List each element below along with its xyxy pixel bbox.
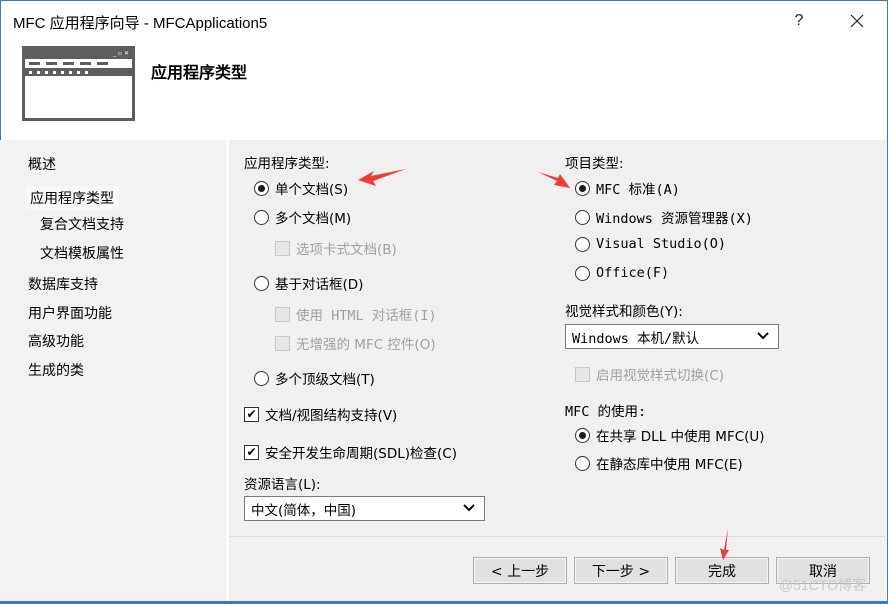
radio-indicator[interactable] xyxy=(254,275,269,291)
radio-multiple-documents[interactable]: 多个文档(M) xyxy=(254,207,351,227)
main-panel: 应用程序类型: 单个文档(S) 多个文档(M) 选项卡式文档(B) 基于对话框(… xyxy=(229,140,886,603)
radio-indicator[interactable] xyxy=(575,265,590,281)
watermark: @51CTO博客 xyxy=(779,577,867,593)
chevron-down-icon xyxy=(757,332,769,340)
close-icon xyxy=(850,14,864,28)
app-type-label: 应用程序类型: xyxy=(244,156,330,172)
radio-multiple-top-level[interactable]: 多个顶级文档(T) xyxy=(254,368,375,388)
checkbox-tabbed-documents[interactable]: 选项卡式文档(B) xyxy=(275,238,397,258)
radio-mfc-standard[interactable]: MFC 标准(A) xyxy=(575,178,680,198)
wizard-sidebar: 概述 应用程序类型 复合文档支持 文档模板属性 数据库支持 用户界面功能 高级功… xyxy=(0,140,226,603)
help-icon: ? xyxy=(794,12,804,29)
next-button[interactable]: 下一步 > xyxy=(574,557,668,584)
back-button[interactable]: < 上一步 xyxy=(473,557,567,584)
resource-language-label: 资源语言(L): xyxy=(244,477,321,493)
radio-office[interactable]: Office(F) xyxy=(575,265,669,281)
close-button[interactable] xyxy=(837,7,877,35)
radio-mfc-shared-dll[interactable]: 在共享 DLL 中使用 MFC(U) xyxy=(575,425,765,445)
radio-indicator[interactable] xyxy=(254,370,269,386)
checkbox-checked-icon[interactable]: ✔ xyxy=(244,444,259,460)
visual-style-label: 视觉样式和颜色(Y): xyxy=(565,304,683,320)
sidebar-item-advanced-features[interactable]: 高级功能 xyxy=(28,331,84,351)
resource-language-select[interactable]: 中文(简体，中国) xyxy=(244,496,485,521)
checkbox-no-enhanced-controls[interactable]: 无增强的 MFC 控件(O) xyxy=(275,333,436,353)
window-title: MFC 应用程序向导 - MFCApplication5 xyxy=(13,15,268,32)
window-template-icon: _ ▫ ✕ xyxy=(22,46,135,121)
checkbox-indicator[interactable] xyxy=(275,306,290,322)
checkbox-indicator[interactable] xyxy=(575,366,590,382)
radio-mfc-static-lib[interactable]: 在静态库中使用 MFC(E) xyxy=(575,453,743,473)
checkbox-indicator[interactable] xyxy=(275,240,290,256)
checkbox-visual-style-switching[interactable]: 启用视觉样式切换(C) xyxy=(575,364,724,384)
radio-indicator[interactable] xyxy=(254,209,269,225)
radio-indicator[interactable] xyxy=(575,236,590,252)
mfc-use-label: MFC 的使用: xyxy=(565,404,647,420)
radio-single-document[interactable]: 单个文档(S) xyxy=(254,178,348,198)
radio-indicator[interactable] xyxy=(254,180,269,196)
sidebar-item-compound-document[interactable]: 复合文档支持 xyxy=(40,214,124,234)
radio-indicator[interactable] xyxy=(575,180,590,196)
radio-indicator[interactable] xyxy=(575,455,590,471)
chevron-down-icon xyxy=(463,504,475,512)
sidebar-item-application-type[interactable]: 应用程序类型 xyxy=(25,186,119,210)
checkbox-html-dialog[interactable]: 使用 HTML 对话框(I) xyxy=(275,304,437,324)
visual-style-select[interactable]: Windows 本机/默认 xyxy=(565,324,779,349)
page-heading: 应用程序类型 xyxy=(151,63,248,82)
help-button[interactable]: ? xyxy=(779,7,819,35)
radio-dialog-based[interactable]: 基于对话框(D) xyxy=(254,273,363,293)
radio-indicator[interactable] xyxy=(575,209,590,225)
radio-windows-explorer[interactable]: Windows 资源管理器(X) xyxy=(575,207,753,227)
footer-divider xyxy=(229,536,886,537)
title-bar: MFC 应用程序向导 - MFCApplication5 ? xyxy=(1,1,887,41)
finish-button[interactable]: 完成 xyxy=(675,557,769,584)
sidebar-item-generated-classes[interactable]: 生成的类 xyxy=(28,360,84,380)
checkbox-checked-icon[interactable]: ✔ xyxy=(244,406,259,422)
checkbox-indicator[interactable] xyxy=(275,335,290,351)
checkbox-sdl-checks[interactable]: ✔ 安全开发生命周期(SDL)检查(C) xyxy=(244,442,457,462)
sidebar-item-overview[interactable]: 概述 xyxy=(28,154,56,174)
sidebar-item-database-support[interactable]: 数据库支持 xyxy=(28,274,98,294)
checkbox-doc-view-support[interactable]: ✔ 文档/视图结构支持(V) xyxy=(244,404,397,424)
radio-indicator[interactable] xyxy=(575,427,590,443)
project-type-label: 项目类型: xyxy=(565,156,624,172)
sidebar-item-ui-features[interactable]: 用户界面功能 xyxy=(28,303,112,323)
radio-visual-studio[interactable]: Visual Studio(O) xyxy=(575,236,726,252)
sidebar-item-document-template[interactable]: 文档模板属性 xyxy=(40,243,124,263)
